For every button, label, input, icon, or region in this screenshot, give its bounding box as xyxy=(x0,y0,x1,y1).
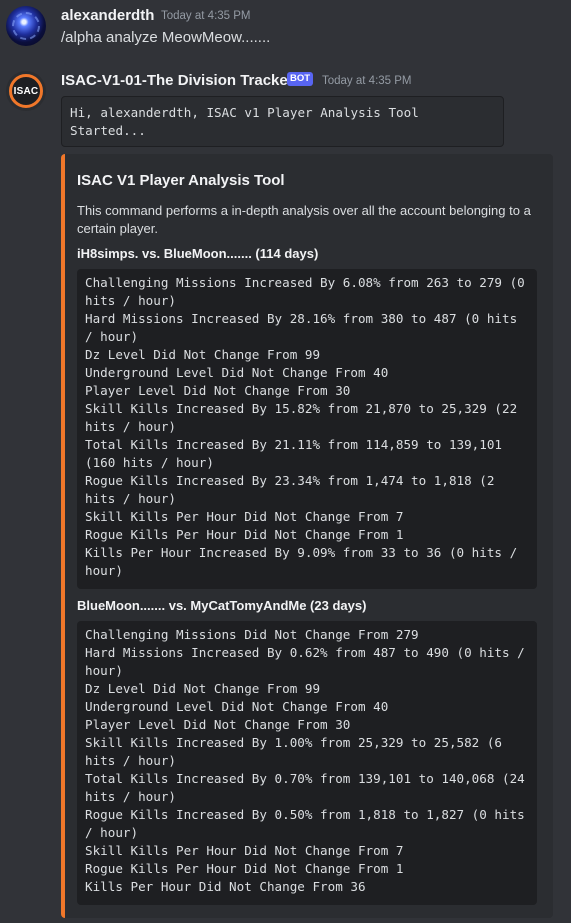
stat-line: Underground Level Did Not Change From 40 xyxy=(85,699,389,714)
greeting-codeblock: Hi, alexanderdth, ISAC v1 Player Analysi… xyxy=(61,96,504,147)
user-avatar[interactable] xyxy=(6,6,46,46)
stat-line: Rogue Kills Increased By 0.50% from 1,81… xyxy=(85,807,533,840)
bot-author[interactable]: ISAC-V1-01-The Division Tracker xyxy=(61,72,294,89)
stat-line: Challenging Missions Did Not Change From… xyxy=(85,627,419,642)
stat-line: Rogue Kills Increased By 23.34% from 1,4… xyxy=(85,473,503,506)
stat-line: Total Kills Increased By 0.70% from 139,… xyxy=(85,771,533,804)
stat-line: Rogue Kills Per Hour Did Not Change From… xyxy=(85,527,404,542)
stat-line: Skill Kills Per Hour Did Not Change From… xyxy=(85,509,404,524)
field-codeblock: Challenging Missions Did Not Change From… xyxy=(77,621,537,905)
embed-description: This command performs a in-depth analysi… xyxy=(77,203,531,236)
stat-line: Hard Missions Increased By 28.16% from 3… xyxy=(85,311,525,344)
stat-line: Rogue Kills Per Hour Did Not Change From… xyxy=(85,861,404,876)
stat-line: Skill Kills Increased By 1.00% from 25,3… xyxy=(85,735,510,768)
stat-line: Player Level Did Not Change From 30 xyxy=(85,383,351,398)
bot-message-timestamp: Today at 4:35 PM xyxy=(322,75,412,87)
field-codeblock: Challenging Missions Increased By 6.08% … xyxy=(77,269,537,589)
message-author[interactable]: alexanderdth xyxy=(61,7,154,24)
isac-logo-icon: ISAC xyxy=(9,74,43,108)
analysis-embed: ISAC V1 Player Analysis Tool This comman… xyxy=(61,154,553,918)
stat-line: Dz Level Did Not Change From 99 xyxy=(85,681,321,696)
stat-line: Player Level Did Not Change From 30 xyxy=(85,717,351,732)
bot-avatar[interactable]: ISAC xyxy=(6,71,46,111)
stat-line: Total Kills Increased By 21.11% from 114… xyxy=(85,437,510,470)
stat-line: Hard Missions Increased By 0.62% from 48… xyxy=(85,645,533,678)
bot-badge: BOT xyxy=(287,72,314,86)
stat-line: Kills Per Hour Increased By 9.09% from 3… xyxy=(85,545,525,578)
field-name: BlueMoon....... vs. MyCatTomyAndMe (23 d… xyxy=(77,598,367,613)
avatar-text: ISAC xyxy=(13,85,39,97)
stat-line: Underground Level Did Not Change From 40 xyxy=(85,365,389,380)
field-name: iH8simps. vs. BlueMoon....... (114 days) xyxy=(77,246,319,261)
message-text: /alpha analyze MeowMeow....... xyxy=(61,29,271,46)
stat-line: Skill Kills Per Hour Did Not Change From… xyxy=(85,843,404,858)
stat-line: Skill Kills Increased By 15.82% from 21,… xyxy=(85,401,525,434)
stat-line: Challenging Missions Increased By 6.08% … xyxy=(85,275,533,308)
embed-title: ISAC V1 Player Analysis Tool xyxy=(77,172,285,189)
message-timestamp: Today at 4:35 PM xyxy=(161,10,251,22)
stat-line: Dz Level Did Not Change From 99 xyxy=(85,347,321,362)
stat-line: Kills Per Hour Did Not Change From 36 xyxy=(85,879,366,894)
